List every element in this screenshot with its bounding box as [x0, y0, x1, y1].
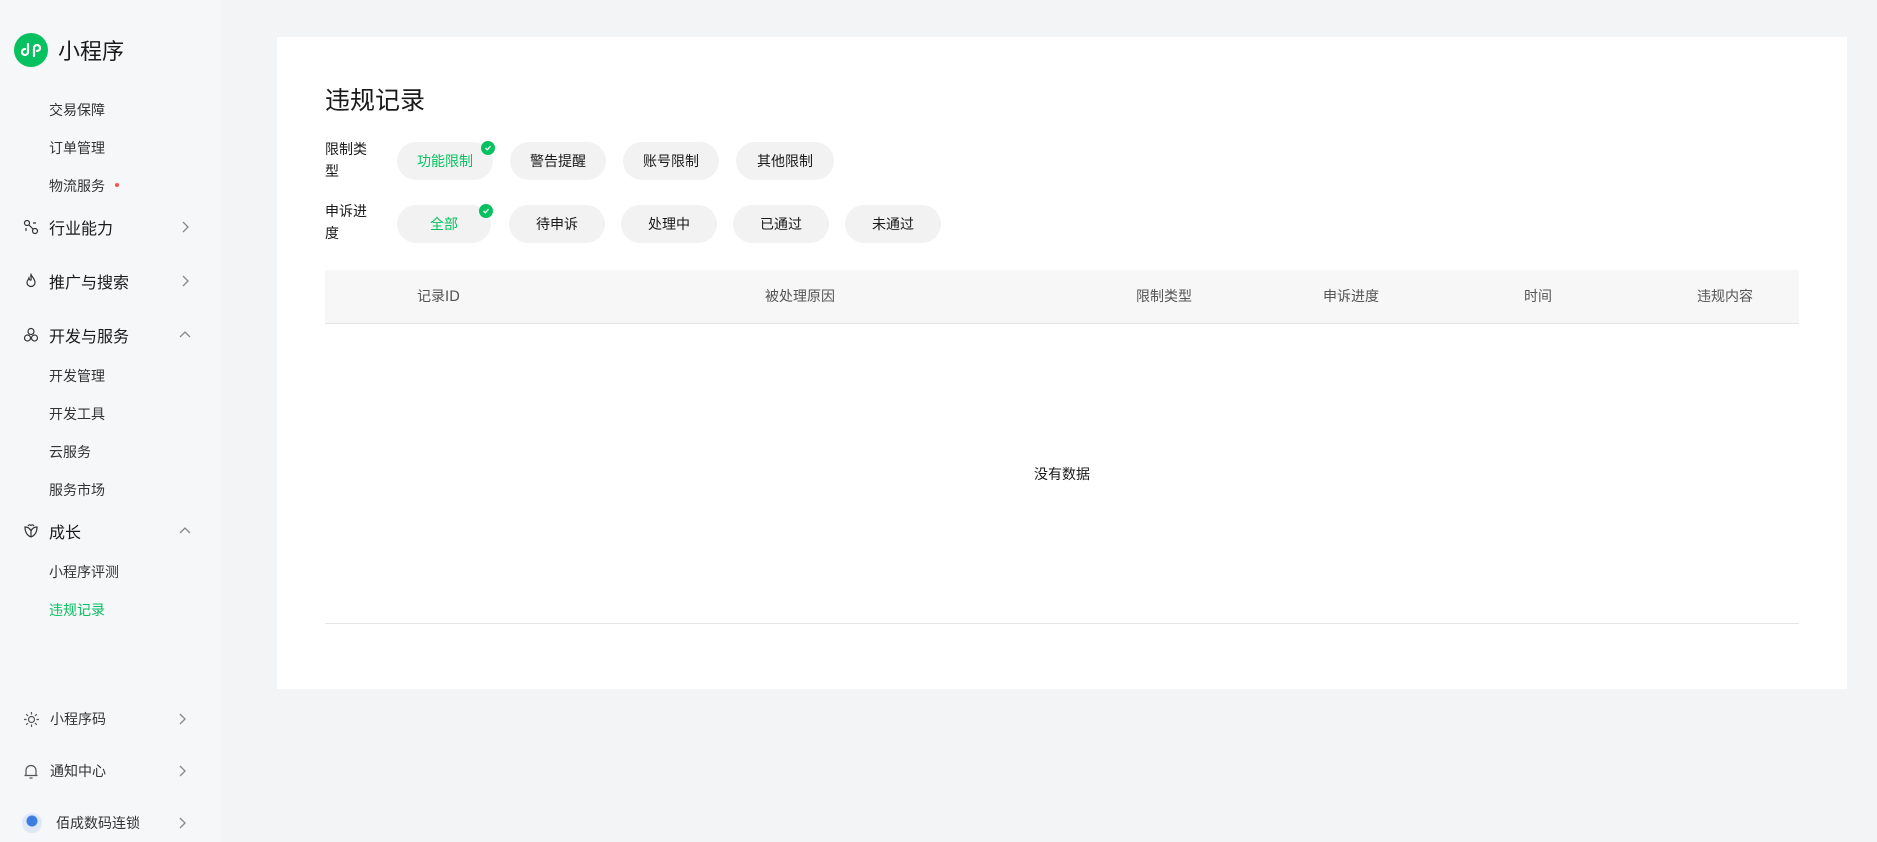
- column-header-reason: 被处理原因: [765, 289, 835, 305]
- table-bottom-divider: [325, 623, 1799, 624]
- chip-warning[interactable]: 警告提醒: [510, 142, 606, 180]
- flame-icon: [22, 272, 40, 290]
- sidebar-item-violation-records[interactable]: 违规记录: [49, 600, 105, 620]
- sidebar-item-trade-guarantee[interactable]: 交易保障: [49, 100, 105, 120]
- sidebar-account[interactable]: 佰成数码连锁: [22, 810, 187, 836]
- account-name: 佰成数码连锁: [56, 816, 140, 832]
- chevron-right-icon: [177, 814, 187, 833]
- bell-icon: [22, 762, 40, 780]
- sidebar-item-evaluation[interactable]: 小程序评测: [49, 562, 119, 582]
- chevron-up-icon: [178, 524, 192, 538]
- app-logo[interactable]: 小程序: [14, 33, 124, 67]
- sidebar-item-dev-tools[interactable]: 开发工具: [49, 404, 105, 424]
- sidebar-item-logistics[interactable]: 物流服务: [49, 176, 119, 196]
- sidebar-item-label: 小程序码: [50, 712, 106, 728]
- sidebar-group-growth[interactable]: 成长: [22, 516, 192, 546]
- sidebar-item-service-market[interactable]: 服务市场: [49, 480, 105, 500]
- check-icon: [481, 141, 495, 155]
- chip-rejected[interactable]: 未通过: [845, 205, 941, 243]
- filter-label-appeal-progress: 申诉进度: [325, 204, 367, 242]
- main-panel: 违规记录 限制类型 功能限制 警告提醒 账号限制 其他限制 申诉进度 全部 待申…: [277, 37, 1847, 689]
- chip-pending-appeal[interactable]: 待申诉: [509, 205, 605, 243]
- app-title: 小程序: [58, 40, 125, 65]
- sidebar-group-label: 开发与服务: [49, 327, 130, 346]
- chip-approved[interactable]: 已通过: [733, 205, 829, 243]
- sidebar-group-promotion[interactable]: 推广与搜索: [22, 266, 192, 296]
- sidebar-item-label: 通知中心: [50, 764, 106, 780]
- column-header-violation-content: 违规内容: [1697, 289, 1753, 305]
- sidebar-item-order-management[interactable]: 订单管理: [49, 138, 105, 158]
- qrcode-sun-icon: [22, 710, 40, 728]
- sidebar-item-label: 物流服务: [49, 179, 105, 195]
- empty-state-text: 没有数据: [1034, 467, 1090, 483]
- sidebar-item-notifications[interactable]: 通知中心: [22, 758, 187, 784]
- sidebar-group-dev-services[interactable]: 开发与服务: [22, 320, 192, 350]
- sidebar-group-industry[interactable]: 行业能力: [22, 212, 192, 242]
- check-icon: [479, 204, 493, 218]
- chip-label: 功能限制: [417, 154, 473, 170]
- chip-account-restriction[interactable]: 账号限制: [623, 142, 719, 180]
- column-header-time: 时间: [1524, 289, 1552, 305]
- chevron-right-icon: [178, 274, 192, 288]
- column-header-record-id: 记录ID: [417, 289, 460, 305]
- sidebar-item-dev-management[interactable]: 开发管理: [49, 366, 105, 386]
- chevron-right-icon: [178, 220, 192, 234]
- column-header-restriction-type: 限制类型: [1136, 289, 1192, 305]
- chevron-right-icon: [177, 710, 187, 729]
- mini-program-logo-icon: [14, 33, 48, 67]
- page-title: 违规记录: [325, 86, 426, 115]
- chevron-right-icon: [177, 762, 187, 781]
- sidebar-item-cloud-service[interactable]: 云服务: [49, 442, 91, 462]
- sidebar-group-label: 推广与搜索: [49, 273, 130, 292]
- chip-other-restriction[interactable]: 其他限制: [736, 142, 834, 180]
- sidebar-item-qrcode[interactable]: 小程序码: [22, 706, 187, 732]
- industry-icon: [22, 218, 40, 236]
- chip-all[interactable]: 全部: [397, 204, 493, 243]
- sidebar: 小程序 交易保障 订单管理 物流服务 行业能力 推广与搜索 开发与服务 开发管理…: [0, 0, 222, 842]
- sidebar-group-label: 行业能力: [49, 219, 114, 238]
- new-badge-dot: [115, 183, 119, 187]
- column-header-appeal-progress: 申诉进度: [1323, 289, 1379, 305]
- table-header: 记录ID 被处理原因 限制类型 申诉进度 时间 违规内容: [325, 270, 1799, 324]
- account-avatar: [22, 813, 42, 833]
- filter-label-restriction-type: 限制类型: [325, 142, 367, 180]
- dev-services-icon: [22, 326, 40, 344]
- chip-label: 全部: [430, 217, 458, 233]
- growth-icon: [22, 522, 40, 540]
- sidebar-group-label: 成长: [49, 523, 82, 542]
- chevron-up-icon: [178, 328, 192, 342]
- chip-processing[interactable]: 处理中: [621, 205, 717, 243]
- chip-function-restriction[interactable]: 功能限制: [397, 141, 495, 180]
